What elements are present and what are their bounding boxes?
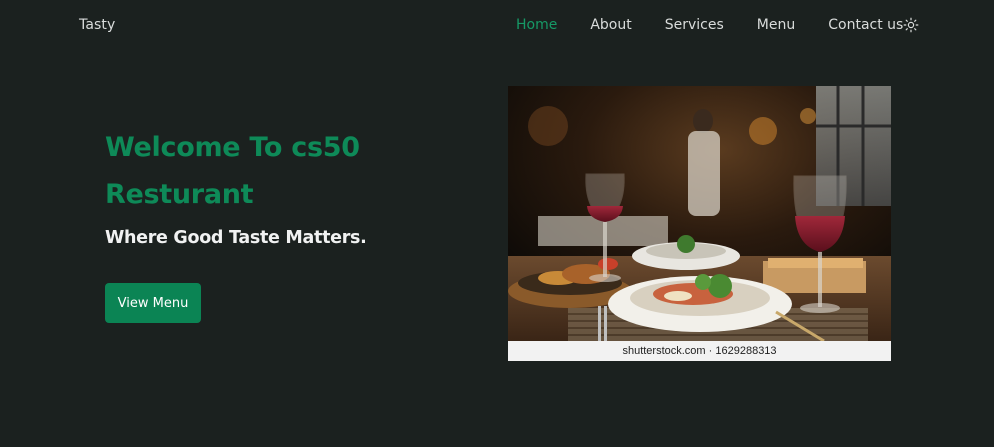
main-nav: Home About Services Menu Contact us <box>516 17 903 33</box>
restaurant-photo: shutterstock.com · 1629288313 <box>508 86 891 361</box>
restaurant-photo-image <box>508 86 891 341</box>
brand-logo[interactable]: Tasty <box>79 17 115 33</box>
nav-home-link[interactable]: Home <box>516 17 557 33</box>
sun-icon[interactable] <box>903 17 919 33</box>
view-menu-button[interactable]: View Menu <box>105 283 201 323</box>
hero-title: Welcome To cs50 Resturant <box>105 132 360 210</box>
nav-menu-link[interactable]: Menu <box>757 17 795 33</box>
page: Tasty Home About Services Menu Contact u… <box>0 0 994 447</box>
nav-contact-link[interactable]: Contact us <box>828 17 903 33</box>
nav-about-link[interactable]: About <box>590 17 631 33</box>
photo-caption: shutterstock.com · 1629288313 <box>508 341 891 361</box>
hero-subtitle: Where Good Taste Matters. <box>105 228 367 248</box>
nav-services-link[interactable]: Services <box>665 17 724 33</box>
